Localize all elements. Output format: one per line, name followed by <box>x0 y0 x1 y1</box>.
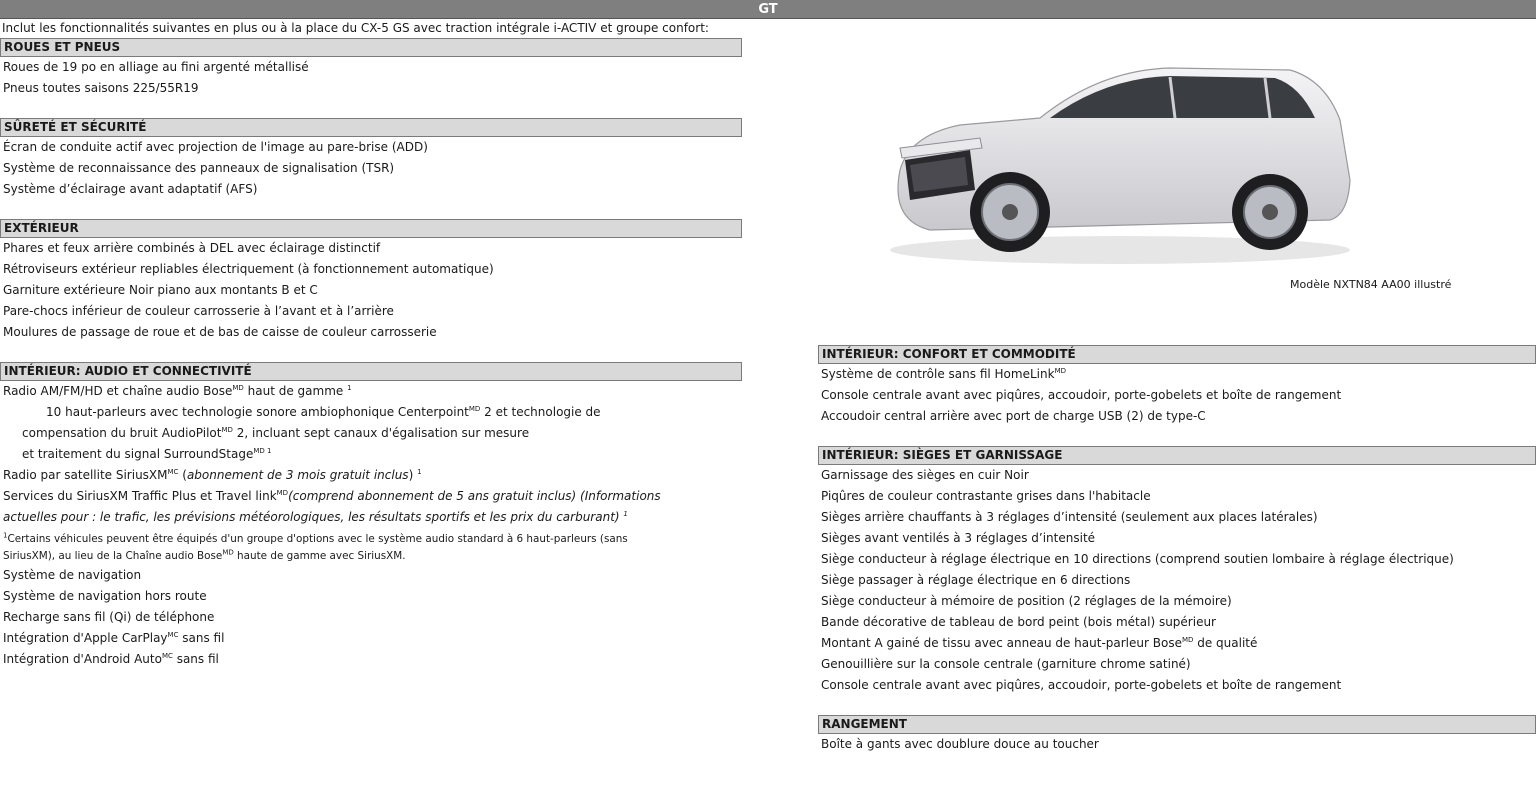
list-item: Siège conducteur à réglage électrique en… <box>821 552 1454 566</box>
list-item: Piqûres de couleur contrastante grises d… <box>821 489 1151 503</box>
list-item: Phares et feux arrière combinés à DEL av… <box>3 241 381 255</box>
list-item: Montant A gainé de tissu avec anneau de … <box>821 636 1258 650</box>
list-item: Radio par satellite SiriusXMMC (abonneme… <box>3 468 422 482</box>
section-title-safety: SÛRETÉ ET SÉCURITÉ <box>0 118 742 137</box>
list-item: Boîte à gants avec doublure douce au tou… <box>821 737 1099 751</box>
list-item: Sièges arrière chauffants à 3 réglages d… <box>821 510 1318 524</box>
list-item: Garnissage des sièges en cuir Noir <box>821 468 1029 482</box>
section-title-storage: RANGEMENT <box>818 715 1536 734</box>
list-item: Pare-chocs inférieur de couleur carrosse… <box>3 304 394 318</box>
list-item: Système de reconnaissance des panneaux d… <box>3 161 395 175</box>
list-item: Moulures de passage de roue et de bas de… <box>3 325 437 339</box>
section-title-exterior: EXTÉRIEUR <box>0 219 742 238</box>
vehicle-image <box>870 40 1370 270</box>
footnote: SiriusXM), au lieu de la Chaîne audio Bo… <box>3 548 406 562</box>
page-header: GT <box>0 0 1536 19</box>
list-item: Écran de conduite actif avec projection … <box>3 140 428 154</box>
list-item: Console centrale avant avec piqûres, acc… <box>821 388 1342 402</box>
car-illustration <box>890 67 1351 264</box>
list-item: Radio AM/FM/HD et chaîne audio BoseMD ha… <box>3 384 352 398</box>
section-title-wheels: ROUES ET PNEUS <box>0 38 742 57</box>
list-item: Pneus toutes saisons 225/55R19 <box>3 81 199 95</box>
list-item: Roues de 19 po en alliage au fini argent… <box>3 60 309 74</box>
list-item: Accoudoir central arrière avec port de c… <box>821 409 1206 423</box>
list-item: Intégration d'Apple CarPlayMC sans fil <box>3 631 225 645</box>
list-item: Siège conducteur à mémoire de position (… <box>821 594 1232 608</box>
list-item: Intégration d'Android AutoMC sans fil <box>3 652 219 666</box>
list-item: Genouillière sur la console centrale (ga… <box>821 657 1191 671</box>
list-item: Système de contrôle sans fil HomeLinkMD <box>821 367 1066 381</box>
list-item: Recharge sans fil (Qi) de téléphone <box>3 610 215 624</box>
right-column: INTÉRIEUR: CONFORT ET COMMODITÉ Système … <box>818 345 1536 755</box>
footnote: 1Certains véhicules peuvent être équipés… <box>3 531 628 545</box>
list-item: compensation du bruit AudioPilotMD 2, in… <box>22 426 530 440</box>
image-caption: Modèle NXTN84 AA00 illustré <box>1290 278 1452 291</box>
intro-text: Inclut les fonctionnalités suivantes en … <box>2 21 709 35</box>
list-item: Console centrale avant avec piqûres, acc… <box>821 678 1342 692</box>
section-title-audio: INTÉRIEUR: AUDIO ET CONNECTIVITÉ <box>0 362 742 381</box>
list-item: et traitement du signal SurroundStageMD … <box>22 447 272 461</box>
list-item: Services du SiriusXM Traffic Plus et Tra… <box>3 489 661 503</box>
list-item: Bande décorative de tableau de bord pein… <box>821 615 1216 629</box>
section-title-comfort: INTÉRIEUR: CONFORT ET COMMODITÉ <box>818 345 1536 364</box>
left-column: ROUES ET PNEUS Roues de 19 po en alliage… <box>0 38 742 670</box>
list-item: 10 haut-parleurs avec technologie sonore… <box>46 405 601 419</box>
list-item: Système de navigation hors route <box>3 589 207 603</box>
list-item: Rétroviseurs extérieur repliables électr… <box>3 262 494 276</box>
list-item: actuelles pour : le trafic, les prévisio… <box>3 510 628 524</box>
list-item: Garniture extérieure Noir piano aux mont… <box>3 283 318 297</box>
list-item: Siège passager à réglage électrique en 6… <box>821 573 1131 587</box>
section-title-seats: INTÉRIEUR: SIÈGES ET GARNISSAGE <box>818 446 1536 465</box>
list-item: Système de navigation <box>3 568 142 582</box>
list-item: Sièges avant ventilés à 3 réglages d’int… <box>821 531 1096 545</box>
list-item: Système d’éclairage avant adaptatif (AFS… <box>3 182 258 196</box>
